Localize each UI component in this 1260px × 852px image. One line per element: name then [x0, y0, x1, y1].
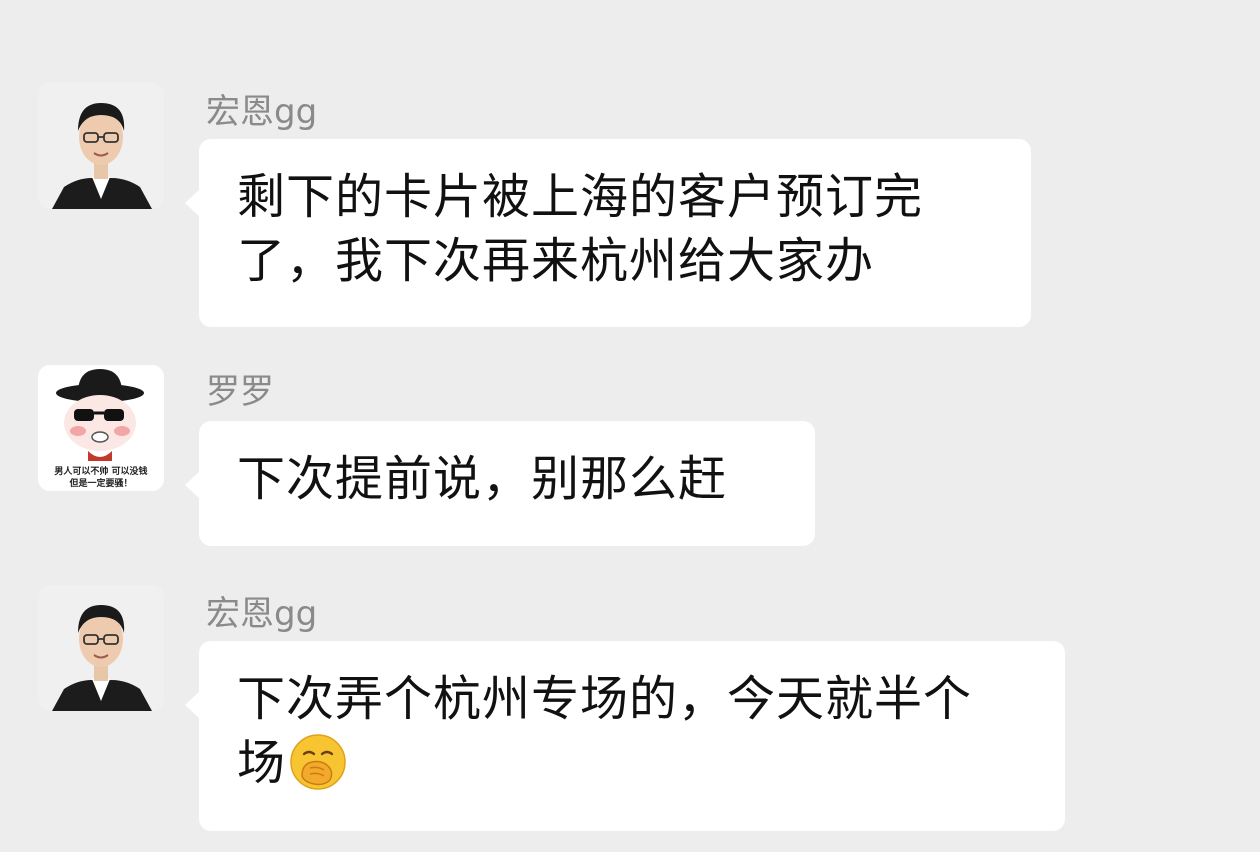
message-line: 下次提前说，别那么赶 — [237, 451, 728, 507]
portrait-icon — [38, 585, 164, 711]
message-bubble[interactable]: 下次提前说，别那么赶 — [185, 421, 815, 546]
sender-name: 宏恩gg — [206, 594, 318, 634]
cartoon-hat-icon: 男人可以不帅 可以没钱 但是一定要骚！ — [38, 365, 164, 491]
avatar[interactable] — [38, 585, 164, 711]
message-line: 下次弄个杭州专场的，今天就半个 — [237, 671, 973, 727]
portrait-icon — [38, 83, 164, 209]
message-line: 了，我下次再来杭州给大家办 — [237, 233, 875, 289]
avatar[interactable] — [38, 83, 164, 209]
message-line: 场 — [237, 735, 287, 791]
message-line: 剩下的卡片被上海的客户预订完 — [237, 169, 924, 225]
avatar[interactable]: 男人可以不帅 可以没钱 但是一定要骚！ — [38, 365, 164, 491]
avatar-caption: 但是一定要骚！ — [68, 477, 132, 489]
sender-name: 宏恩gg — [206, 92, 318, 132]
sender-name: 罗罗 — [206, 372, 274, 412]
message-bubble[interactable]: 下次弄个杭州专场的，今天就半个 场 — [185, 641, 1065, 831]
message-line-with-emoji: 场 — [237, 731, 1027, 795]
message-bubble[interactable]: 剩下的卡片被上海的客户预订完 了，我下次再来杭州给大家办 — [185, 139, 1031, 327]
avatar-caption: 男人可以不帅 可以没钱 — [54, 465, 147, 477]
hand-over-mouth-emoji-icon — [290, 734, 346, 790]
